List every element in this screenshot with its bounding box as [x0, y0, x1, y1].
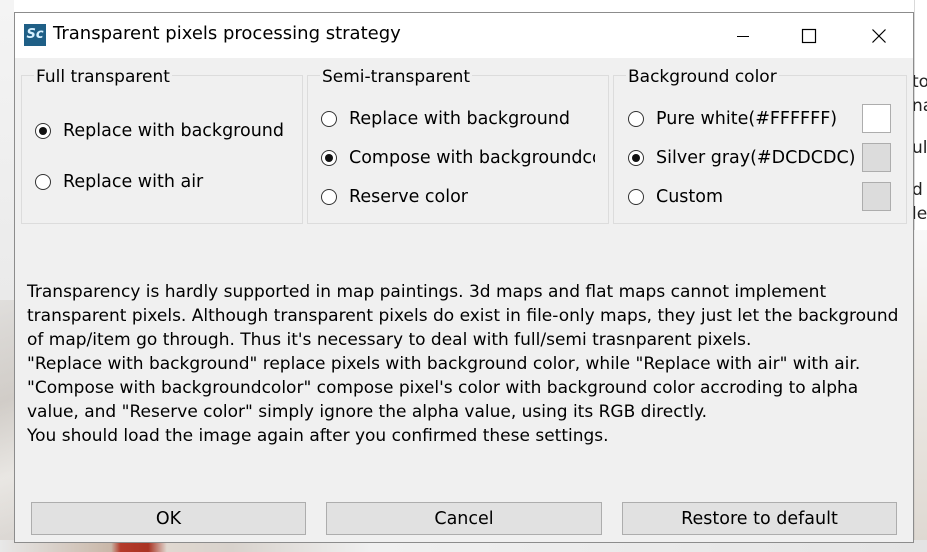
close-button[interactable]	[856, 13, 902, 58]
option-label: Pure white(#FFFFFF)	[656, 109, 838, 129]
description-line: of map/item go through. Thus it's necess…	[27, 330, 752, 350]
semi-transparent-legend: Semi-transparent	[320, 67, 473, 87]
minimize-icon	[737, 35, 749, 37]
description-line: transparent pixels. Although transparent…	[27, 306, 899, 326]
full-transparent-legend: Full transparent	[34, 67, 172, 87]
transparent-pixels-dialog: Sc Transparent pixels processing strateg…	[14, 12, 914, 543]
full-replace-with-air-option[interactable]: Replace with air	[35, 171, 203, 193]
pure-white-option[interactable]: Pure white(#FFFFFF)	[628, 108, 837, 130]
radio-button[interactable]	[35, 123, 51, 139]
semi-compose-with-backgroundcolor-option[interactable]: Compose with backgroundcolor	[321, 147, 595, 169]
radio-button[interactable]	[321, 189, 337, 205]
silver-gray-option[interactable]: Silver gray(#DCDCDC)	[628, 147, 856, 169]
custom-color-option[interactable]: Custom	[628, 186, 723, 208]
minimize-button[interactable]	[720, 13, 766, 58]
option-label: Replace with background	[63, 121, 284, 141]
radio-button[interactable]	[35, 174, 51, 190]
pure-white-swatch[interactable]	[862, 104, 891, 133]
radio-button[interactable]	[628, 150, 644, 166]
title-bar[interactable]: Sc Transparent pixels processing strateg…	[15, 13, 913, 58]
custom-color-swatch[interactable]	[862, 182, 891, 211]
full-replace-with-background-option[interactable]: Replace with background	[35, 120, 284, 142]
description-text: Transparency is hardly supported in map …	[27, 280, 907, 448]
description-line: Transparency is hardly supported in map …	[27, 282, 827, 302]
background-artwork-right	[914, 230, 927, 552]
description-line: "Replace with background" replace pixels…	[27, 354, 861, 374]
semi-transparent-group: Semi-transparent Replace with background…	[307, 67, 609, 224]
ok-button[interactable]: OK	[31, 502, 306, 535]
restore-default-button[interactable]: Restore to default	[622, 502, 897, 535]
radio-button[interactable]	[628, 189, 644, 205]
description-line: You should load the image again after yo…	[27, 426, 609, 446]
window-title: Transparent pixels processing strategy	[53, 23, 401, 44]
background-color-group: Background color Pure white(#FFFFFF) Sil…	[613, 67, 907, 224]
app-icon: Sc	[24, 24, 46, 46]
radio-button[interactable]	[321, 111, 337, 127]
option-label: Silver gray(#DCDCDC)	[656, 148, 856, 168]
cancel-button[interactable]: Cancel	[326, 502, 602, 535]
option-label: Replace with air	[63, 172, 204, 192]
background-text: to	[912, 72, 927, 92]
maximize-icon	[801, 28, 817, 43]
close-icon	[872, 28, 886, 43]
background-text: na	[912, 96, 927, 116]
option-label: Compose with backgroundcolor	[349, 148, 595, 168]
background-text: d	[912, 180, 923, 200]
silver-gray-swatch[interactable]	[862, 143, 891, 172]
background-artwork-left	[0, 300, 14, 552]
semi-replace-with-background-option[interactable]: Replace with background	[321, 108, 570, 130]
background-text: ul	[912, 138, 927, 158]
option-label: Reserve color	[349, 187, 468, 207]
option-label: Custom	[656, 187, 724, 207]
radio-button[interactable]	[321, 150, 337, 166]
radio-button[interactable]	[628, 111, 644, 127]
maximize-button[interactable]	[786, 13, 832, 58]
option-label: Replace with background	[349, 109, 570, 129]
background-text: le	[912, 204, 927, 224]
background-color-legend: Background color	[626, 67, 779, 87]
description-line: value, and "Reserve color" simply ignore…	[27, 402, 708, 422]
full-transparent-group: Full transparent Replace with background…	[21, 67, 303, 224]
description-line: "Compose with backgroundcolor" compose p…	[27, 378, 859, 398]
semi-reserve-color-option[interactable]: Reserve color	[321, 186, 468, 208]
